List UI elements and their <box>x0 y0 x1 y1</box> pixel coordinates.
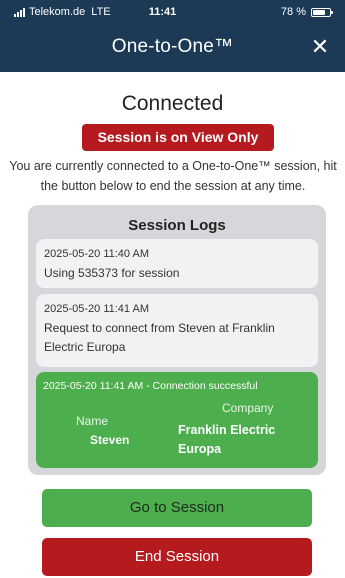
battery-fill <box>313 9 326 15</box>
page-title: One-to-One™ <box>111 36 234 57</box>
battery-percent: 78 % <box>280 6 306 18</box>
app-header: Telekom.de LTE 11:41 78 % One-to-One™ ✕ <box>0 0 345 72</box>
close-icon[interactable]: ✕ <box>309 36 331 58</box>
log-entry-success: 2025-05-20 11:41 AM - Connection success… <box>36 372 318 468</box>
company-value: Franklin Electric Europa <box>178 423 276 456</box>
view-only-badge: Session is on View Only Mode <box>82 124 274 172</box>
name-value: Steven <box>90 433 130 447</box>
status-bar: Telekom.de LTE 11:41 78 % <box>0 0 345 22</box>
log-message: Request to connect from Steven at Frankl… <box>44 321 275 354</box>
session-logs-title: Session Logs <box>128 217 226 234</box>
log-message: Using 535373 for session <box>44 266 180 280</box>
log-entry: 2025-05-20 11:40 AM Using 535373 for ses… <box>36 239 318 288</box>
end-session-button[interactable]: End Session <box>42 538 312 576</box>
log-timestamp: 2025-05-20 11:41 AM <box>44 303 149 315</box>
connection-status: Connected <box>121 92 224 115</box>
company-label: Company <box>222 401 274 415</box>
log-entry: 2025-05-20 11:41 AM Request to connect f… <box>36 294 318 367</box>
log-timestamp: 2025-05-20 11:40 AM <box>44 248 149 260</box>
battery-icon <box>311 7 333 17</box>
log-success-header: 2025-05-20 11:41 AM - Connection success… <box>43 380 258 392</box>
name-label: Name <box>76 414 109 428</box>
phone-screen: Telekom.de LTE 11:41 78 % One-to-One™ ✕ … <box>0 0 345 578</box>
session-logs-panel: Session Logs 2025-05-20 11:40 AM Using 5… <box>28 205 326 475</box>
status-right: 78 % <box>280 6 333 18</box>
info-text: You are currently connected to a One-to-… <box>9 159 337 193</box>
go-to-session-button[interactable]: Go to Session <box>42 489 312 527</box>
